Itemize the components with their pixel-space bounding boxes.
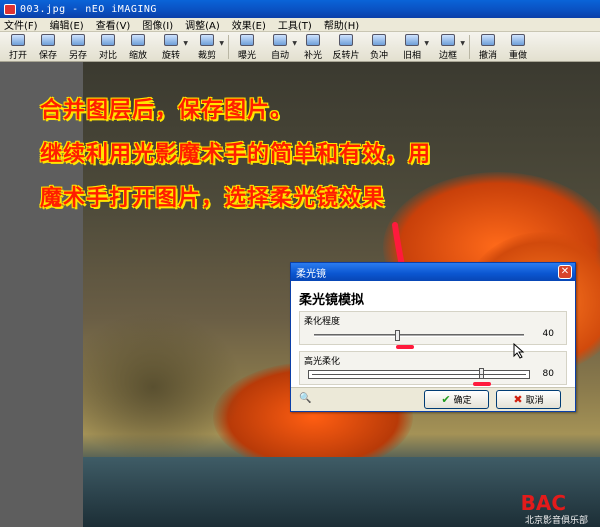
ok-button[interactable]: ✔ 确定 [424, 390, 489, 409]
toolbar-separator [228, 35, 229, 59]
frame-button[interactable]: 边框 ▼ [430, 32, 466, 62]
highlight-value: 80 [542, 369, 554, 379]
save-as-icon [71, 34, 85, 46]
menu-bar: 文件(F) 编辑(E) 查看(V) 图像(I) 调整(A) 效果(E) 工具(T… [0, 18, 600, 32]
fill-light-icon [306, 34, 320, 46]
toolbar-separator [469, 35, 470, 59]
slide-film-icon [339, 34, 353, 46]
soften-value: 40 [542, 329, 554, 339]
redo-button[interactable]: 重做 [503, 32, 533, 62]
save-button[interactable]: 保存 [33, 32, 63, 62]
auto-button[interactable]: 自动 ▼ [262, 32, 298, 62]
crop-button[interactable]: 裁剪 ▼ [189, 32, 225, 62]
dialog-footer: 🔍 ✔ 确定 ✖ 取消 [291, 388, 575, 411]
highlight-slider-thumb[interactable] [479, 368, 484, 379]
soften-label: 柔化程度 [304, 317, 341, 327]
compare-button[interactable]: 对比 [93, 32, 123, 62]
folder-open-icon [11, 34, 25, 46]
dialog-heading: 柔光镜模拟 [299, 293, 365, 308]
auto-icon [273, 34, 287, 46]
old-photo-icon [405, 34, 419, 46]
cross-icon: ✖ [513, 393, 523, 406]
compare-icon [101, 34, 115, 46]
undo-icon [481, 34, 495, 46]
crop-icon [200, 34, 214, 46]
cancel-button[interactable]: ✖ 取消 [496, 390, 561, 409]
menu-adjust[interactable]: 调整(A) [185, 17, 220, 32]
menu-edit[interactable]: 编辑(E) [50, 17, 84, 32]
dialog-title: 柔光镜 [296, 268, 326, 280]
open-button[interactable]: 打开 [3, 32, 33, 62]
chevron-down-icon: ▼ [219, 40, 224, 47]
highlight-slider[interactable] [308, 368, 530, 379]
menu-view[interactable]: 查看(V) [96, 17, 131, 32]
note-line-3: 魔术手打开图片，选择柔光镜效果 [40, 186, 386, 211]
mouse-cursor-icon [513, 343, 525, 359]
chevron-down-icon: ▼ [183, 40, 188, 47]
exposure-icon [240, 34, 254, 46]
exposure-button[interactable]: 曝光 [232, 32, 262, 62]
note-line-1: 合并图层后，保存图片。 [40, 98, 294, 123]
soften-marker [396, 345, 414, 349]
rotate-button[interactable]: 旋转 ▼ [153, 32, 189, 62]
magnifier-icon[interactable]: 🔍 [299, 393, 311, 404]
cancel-label: 取消 [525, 396, 544, 406]
window-title: 003.jpg - nEO iMAGING [20, 3, 157, 15]
cross-process-icon [372, 34, 386, 46]
undo-button[interactable]: 撤消 [473, 32, 503, 62]
highlight-group: 高光柔化 80 [299, 351, 567, 385]
zoom-icon [131, 34, 145, 46]
slide-film-button[interactable]: 反转片 [328, 32, 364, 62]
rotate-icon [164, 34, 178, 46]
save-icon [41, 34, 55, 46]
chevron-down-icon: ▼ [292, 40, 297, 47]
menu-help[interactable]: 帮助(H) [324, 17, 359, 32]
close-icon[interactable]: ✕ [558, 265, 572, 279]
soften-slider[interactable] [314, 330, 524, 341]
highlight-label: 高光柔化 [304, 357, 341, 367]
soften-slider-thumb[interactable] [395, 330, 400, 341]
watermark-text: 北京影音俱乐部 [524, 516, 588, 526]
frame-icon [441, 34, 455, 46]
cross-process-button[interactable]: 负冲 [364, 32, 394, 62]
zoom-button[interactable]: 缩放 [123, 32, 153, 62]
menu-file[interactable]: 文件(F) [4, 17, 38, 32]
soften-group: 柔化程度 40 [299, 311, 567, 345]
menu-image[interactable]: 图像(I) [142, 17, 173, 32]
highlight-marker [473, 382, 491, 386]
ok-label: 确定 [453, 396, 472, 406]
save-as-button[interactable]: 另存 [63, 32, 93, 62]
chevron-down-icon: ▼ [460, 40, 465, 47]
soft-focus-dialog: 柔光镜 ✕ 柔光镜模拟 柔化程度 40 高光柔化 80 🔍 ✔ 确定 ✖ 取消 [290, 262, 576, 412]
menu-effects[interactable]: 效果(E) [232, 17, 266, 32]
dialog-title-bar: 柔光镜 ✕ [291, 263, 575, 281]
app-icon [4, 3, 16, 15]
watermark-logo: BAC [520, 491, 566, 515]
foliage [83, 312, 243, 462]
title-bar: 003.jpg - nEO iMAGING [0, 0, 600, 18]
fill-light-button[interactable]: 补光 [298, 32, 328, 62]
redo-icon [511, 34, 525, 46]
chevron-down-icon: ▼ [424, 40, 429, 47]
note-line-2: 继续利用光影魔术手的简单和有效，用 [40, 142, 432, 167]
old-photo-button[interactable]: 旧相 ▼ [394, 32, 430, 62]
menu-tools[interactable]: 工具(T) [278, 17, 312, 32]
dialog-body: 柔光镜模拟 柔化程度 40 高光柔化 80 [291, 281, 575, 388]
check-icon: ✔ [441, 393, 451, 406]
toolbar: 打开 保存 另存 对比 缩放 旋转 ▼ 裁剪 ▼ 曝光 自动 ▼ 补光 反转片 负冲 … [0, 32, 600, 62]
